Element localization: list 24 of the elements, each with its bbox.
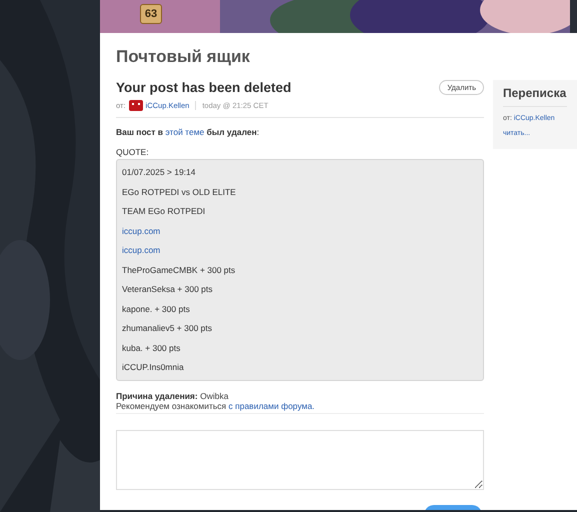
quote-line: kuba. + 300 pts	[122, 342, 182, 355]
avatar-icon	[128, 99, 144, 111]
quote-link[interactable]: iccup.com	[122, 222, 478, 241]
reason-label: Причина удаления:	[116, 390, 198, 400]
quote-link[interactable]: iccup.com	[122, 241, 478, 260]
quote-line: EGo ROTPEDI vs OLD ELITE	[122, 186, 237, 198]
quote-line: TEAM EGo ROTPEDI	[122, 205, 206, 218]
quote-line: iCCUP.Ins0mnia	[122, 361, 185, 374]
quote-line: zhumanaliev5 + 300 pts	[122, 322, 214, 335]
level-badge: 63	[140, 4, 162, 24]
quote-line: 01/07.2025 > 19:14	[122, 166, 196, 179]
quote-line: TheProGameCMBK + 300 pts	[122, 264, 236, 277]
quote-line: kapone. + 300 pts	[122, 302, 191, 316]
topic-link[interactable]: этой теме	[165, 127, 204, 137]
quote-label: QUOTE:	[116, 147, 150, 157]
message-title: Your post has been deleted	[116, 80, 292, 95]
page-title: Почтовый ящик	[116, 47, 251, 67]
reply-field[interactable]	[116, 430, 484, 490]
quote-line: VeteranSeksa + 300 pts	[122, 283, 214, 296]
advice-text: Рекомендуем ознакомиться	[116, 400, 226, 410]
rules-link[interactable]: с правилами форума.	[228, 400, 315, 410]
deletion-notice: Ваш пост в этой теме был удален:	[116, 127, 260, 137]
reason-text: Owibka	[200, 390, 228, 400]
sidebar-title: Переписка	[503, 86, 567, 107]
